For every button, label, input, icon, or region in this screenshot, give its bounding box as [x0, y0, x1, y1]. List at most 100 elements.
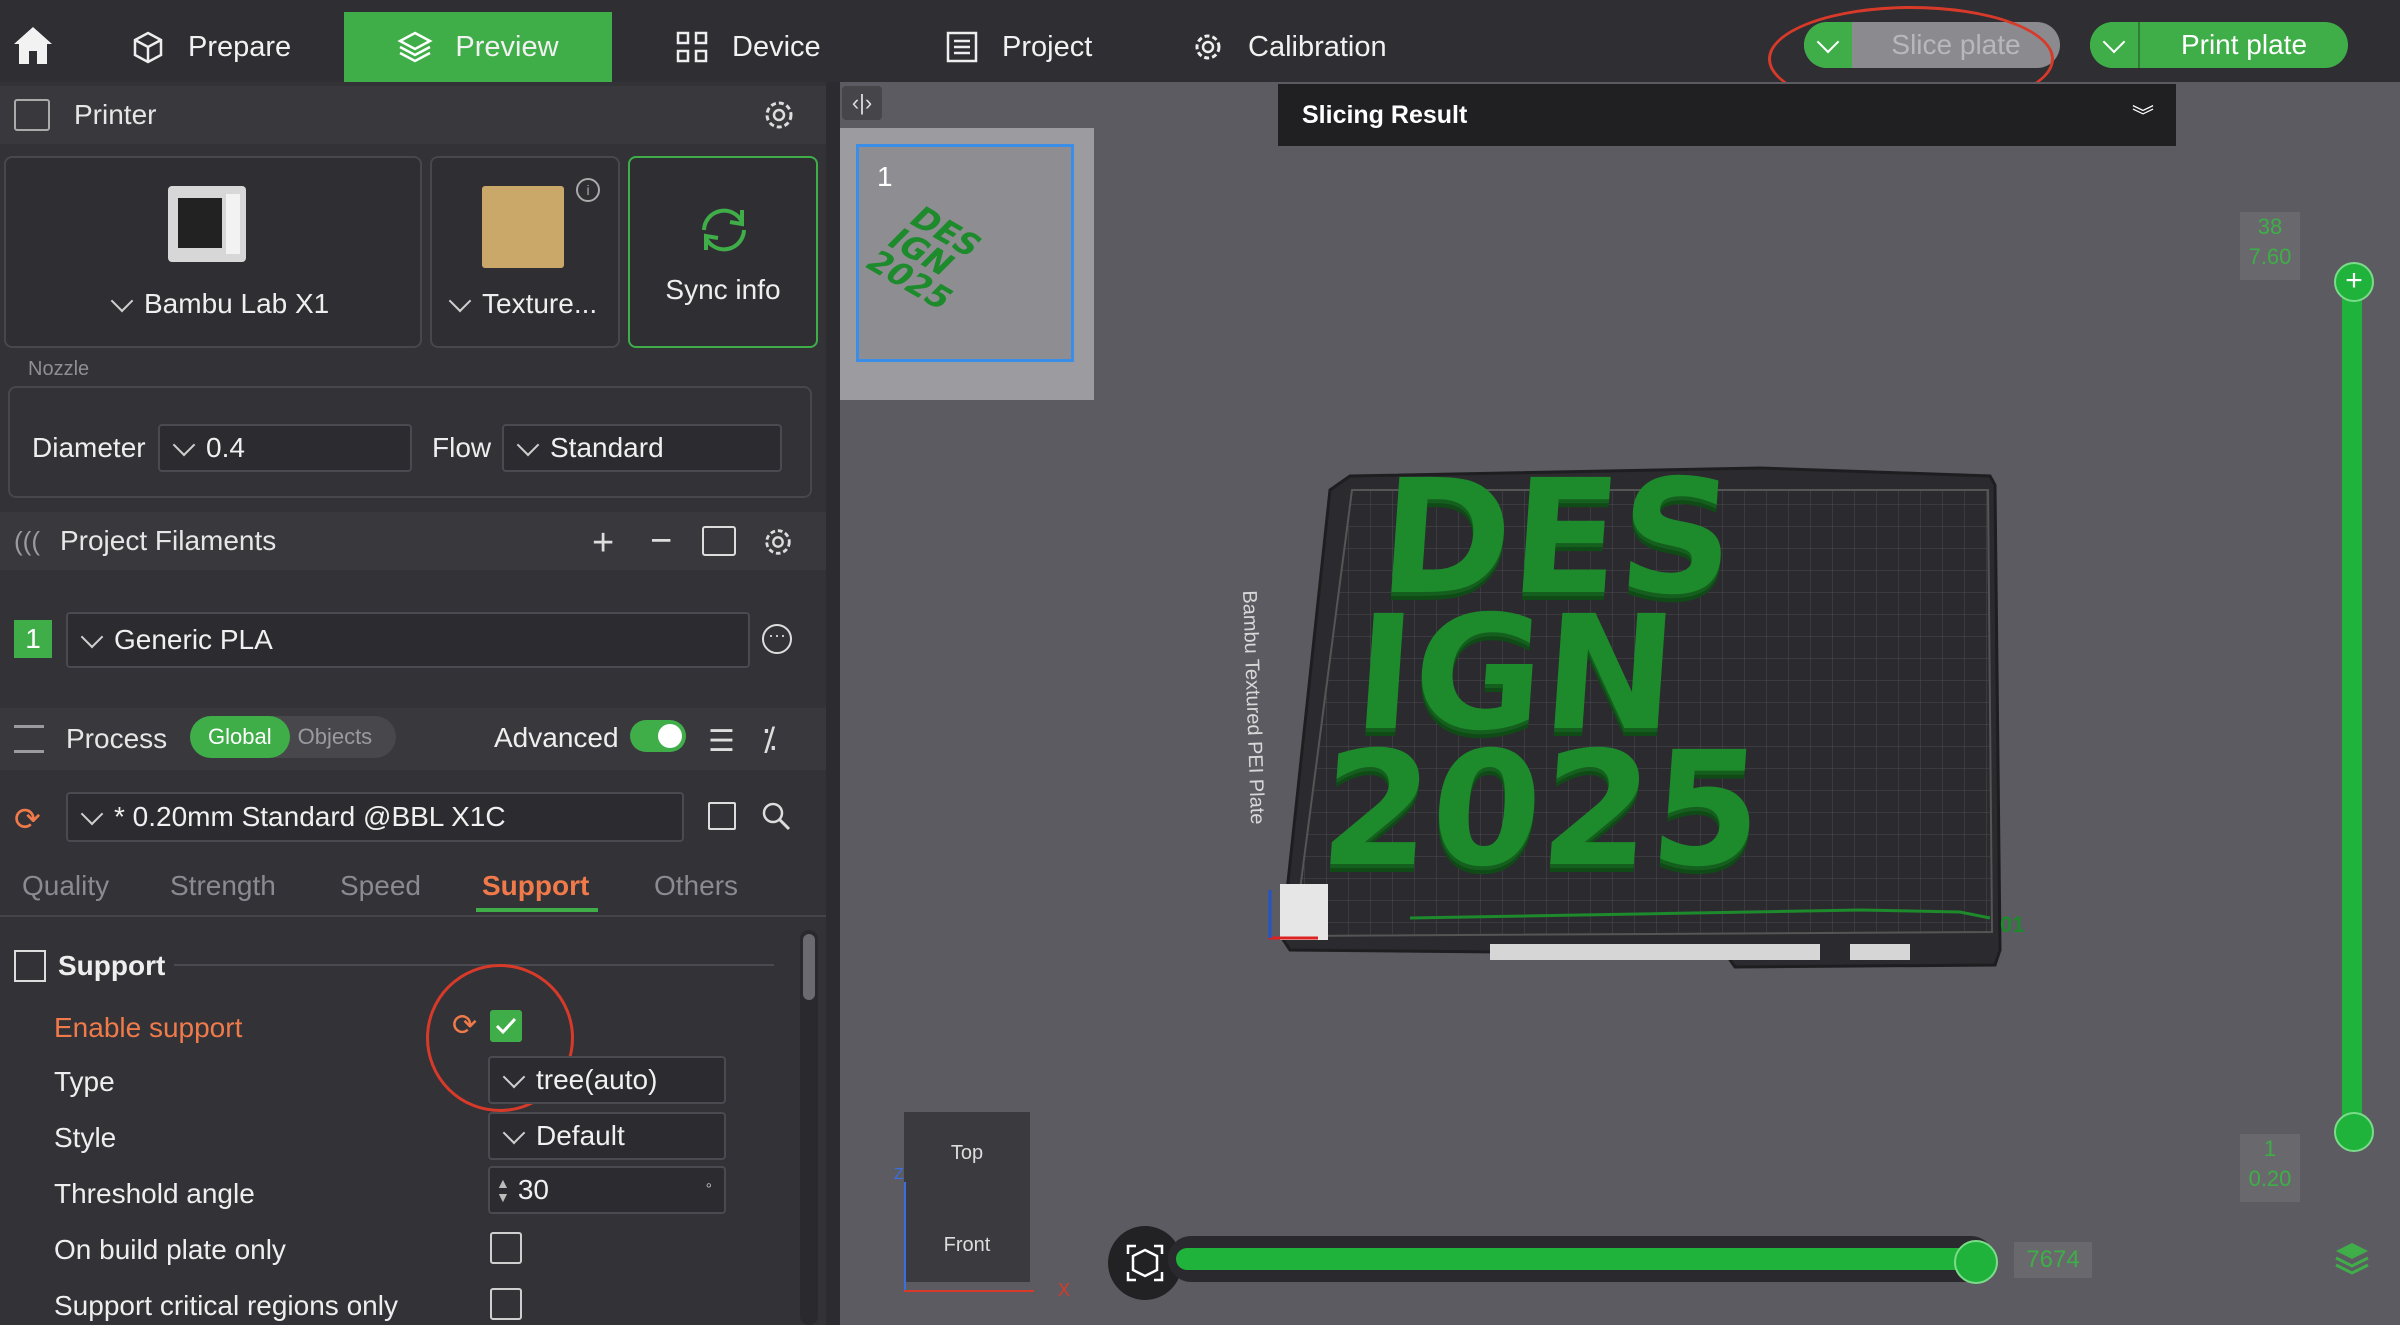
nozzle-section-label: Nozzle	[28, 358, 90, 380]
type-select[interactable]: tree(auto)	[488, 1056, 726, 1104]
tab-others[interactable]: Others	[654, 870, 738, 902]
gear-icon[interactable]	[762, 526, 794, 558]
scope-global-option[interactable]: Global	[190, 716, 290, 758]
tab-quality[interactable]: Quality	[22, 870, 109, 902]
chevron-down-icon	[448, 289, 472, 313]
style-label: Style	[54, 1122, 117, 1153]
plate-thumbnail[interactable]: 1 DES IGN 2025	[856, 144, 1074, 362]
collapse-sidebar-button[interactable]: ‹|›	[842, 86, 882, 120]
style-select[interactable]: Default	[488, 1112, 726, 1160]
layer-slider-bottom-handle[interactable]	[2334, 1112, 2374, 1152]
layers-icon	[397, 29, 434, 65]
flow-select[interactable]: Standard	[502, 424, 782, 472]
threshold-angle-label: Threshold angle	[54, 1178, 255, 1209]
scope-toggle: Global Objects	[190, 716, 396, 758]
tab-label: Calibration	[1248, 30, 1387, 63]
chevron-down-icon	[2102, 30, 2126, 54]
active-tab-underline	[476, 908, 598, 912]
gear-icon	[765, 101, 793, 129]
sync-info-button[interactable]: Sync info	[628, 156, 818, 348]
printer-card[interactable]: Bambu Lab X1	[4, 156, 422, 348]
print-plate-button[interactable]: Print plate	[2140, 29, 2348, 61]
tab-label: Project	[1002, 30, 1093, 63]
build-plate-only-label: On build plate only	[54, 1234, 286, 1265]
tab-project[interactable]: Project	[944, 12, 1144, 82]
printer-settings-button[interactable]	[762, 98, 796, 132]
advanced-label: Advanced	[494, 722, 619, 753]
process-header-label: Process	[66, 723, 168, 754]
layers-view-button[interactable]	[2332, 1238, 2372, 1278]
compare-icon[interactable]: ⁒	[762, 720, 776, 758]
z-axis-line	[904, 1182, 906, 1292]
view-front-face[interactable]: Front	[904, 1234, 1030, 1257]
printer-icon	[14, 99, 50, 131]
move-value-readout: 7674	[2014, 1242, 2092, 1278]
stepper-icon[interactable]: ▲ ▼	[496, 1176, 510, 1204]
process-icon	[14, 725, 44, 753]
tab-label: Preview	[455, 30, 559, 63]
process-preset-select[interactable]: * 0.20mm Standard @BBL X1C	[66, 792, 684, 842]
list-icon[interactable]: ☰	[708, 724, 735, 759]
tab-label: Device	[732, 30, 821, 63]
add-filament-button[interactable]: +	[592, 522, 614, 565]
chevron-down-icon	[502, 1121, 526, 1145]
info-icon[interactable]: i	[576, 178, 600, 202]
layer-slider-top-handle[interactable]: +	[2334, 262, 2374, 302]
settings-scrollbar[interactable]	[800, 930, 818, 1325]
move-slider-fill	[1176, 1248, 1980, 1270]
type-label: Type	[54, 1066, 115, 1097]
plate-type-card[interactable]: i Texture...	[430, 156, 620, 348]
print-options-button[interactable]	[2090, 22, 2140, 68]
thumbnail-model: DES IGN 2025	[857, 199, 991, 317]
scope-objects-option[interactable]: Objects	[290, 724, 381, 750]
panel-divider[interactable]	[826, 82, 840, 1325]
printer-header: Printer	[0, 86, 826, 144]
tab-prepare[interactable]: Prepare	[130, 12, 340, 82]
more-options-icon[interactable]: ···	[762, 624, 792, 654]
printer-image	[168, 186, 246, 262]
remove-filament-button[interactable]: −	[650, 520, 672, 563]
tab-calibration[interactable]: Calibration	[1190, 12, 1420, 82]
home-button[interactable]	[10, 22, 56, 68]
model-line-3: 2025	[1315, 718, 1768, 902]
support-section-title: Support	[58, 950, 166, 981]
threshold-angle-input[interactable]: ▲ ▼ 30 °	[488, 1166, 726, 1214]
type-value: tree(auto)	[536, 1064, 658, 1095]
filaments-header-label: Project Filaments	[59, 525, 277, 556]
filament-select[interactable]: Generic PLA	[66, 612, 750, 668]
process-header: Process	[0, 708, 826, 770]
axis-z-label: Z	[894, 1166, 904, 1183]
sliced-model[interactable]: DES IGN 2025	[1315, 446, 1866, 910]
chevron-down-icon	[80, 802, 104, 826]
document-icon	[944, 29, 980, 65]
threshold-angle-value: 30	[517, 1174, 550, 1205]
search-icon[interactable]	[760, 800, 792, 832]
support-section-icon	[14, 950, 46, 982]
filament-icon: (((	[14, 525, 40, 556]
tab-strength[interactable]: Strength	[170, 870, 276, 902]
filament-sync-button[interactable]	[702, 526, 736, 556]
tab-device[interactable]: Device	[674, 12, 874, 82]
slicing-result-panel[interactable]: Slicing Result ︾	[1278, 84, 2176, 146]
advanced-toggle[interactable]	[630, 720, 686, 752]
move-slider-handle[interactable]	[1954, 1240, 1998, 1284]
chevron-down-icon	[502, 1065, 526, 1089]
cube-icon	[130, 29, 166, 65]
layers-icon	[2335, 1243, 2369, 1275]
layer-slider-track[interactable]	[2342, 264, 2362, 1134]
critical-regions-checkbox[interactable]	[490, 1288, 522, 1320]
tab-support[interactable]: Support	[482, 870, 589, 902]
build-plate-only-checkbox[interactable]	[490, 1232, 522, 1264]
tab-speed[interactable]: Speed	[340, 870, 421, 902]
save-icon[interactable]	[708, 802, 736, 830]
view-top-face[interactable]: Top	[904, 1142, 1030, 1165]
reset-icon[interactable]: ⟳	[14, 800, 41, 838]
chevron-down-icon	[80, 625, 104, 649]
axis-x-label: X	[1058, 1280, 1071, 1300]
double-chevron-down-icon[interactable]: ︾	[2132, 99, 2154, 131]
sync-icon	[702, 208, 746, 252]
plate-corner-label: 01	[2000, 912, 2025, 937]
view-cube[interactable]: Top Front	[904, 1112, 1030, 1282]
diameter-select[interactable]: 0.4	[158, 424, 412, 472]
tab-preview[interactable]: Preview	[344, 12, 612, 82]
